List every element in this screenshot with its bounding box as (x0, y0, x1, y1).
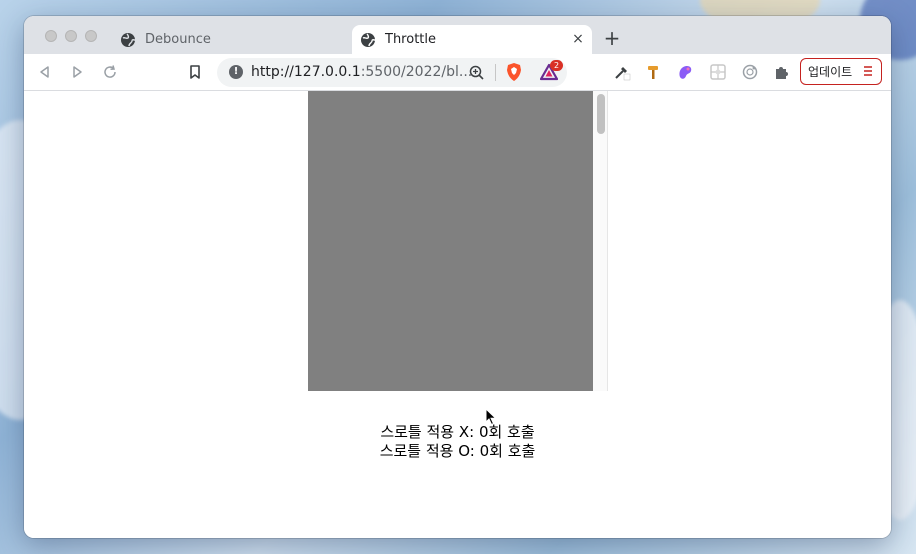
back-button[interactable] (36, 63, 54, 81)
mouse-cursor-icon (485, 408, 497, 426)
tab-title: Throttle (385, 32, 436, 47)
scrollbar-thumb[interactable] (597, 94, 605, 134)
brave-shield-icon[interactable] (505, 63, 523, 81)
close-window-button[interactable] (45, 30, 57, 42)
palette-icon[interactable] (676, 63, 694, 81)
rewards-badge: 2 (550, 60, 563, 71)
url-host: http://127.0.0.1 (251, 64, 361, 80)
update-label: 업데이트 (808, 65, 853, 79)
circle-icon[interactable] (741, 63, 759, 81)
toolbar: ! http://127.0.0.1:5500/2022/bl... 2 업데이… (24, 54, 891, 91)
update-button[interactable]: 업데이트 (800, 58, 882, 85)
site-info-icon[interactable]: ! (229, 65, 243, 79)
url-path: :5500/2022/bl... (360, 64, 473, 80)
browser-window: Debounce Throttle × + ! http://127.0.0.1… (24, 16, 891, 538)
eyedropper-icon[interactable] (613, 63, 631, 81)
tab-throttle[interactable]: Throttle × (352, 25, 592, 54)
scroll-container[interactable] (308, 91, 608, 391)
forward-arrow-icon (73, 66, 82, 78)
back-arrow-icon (40, 66, 49, 78)
forward-button[interactable] (68, 63, 86, 81)
close-tab-button[interactable]: × (570, 31, 586, 47)
brave-rewards-icon[interactable]: 2 (540, 60, 563, 81)
gray-content-box (308, 91, 593, 391)
address-separator (495, 64, 496, 81)
tab-debounce[interactable]: Debounce (110, 25, 350, 54)
hammer-icon[interactable] (645, 63, 663, 81)
zoom-window-button[interactable] (85, 30, 97, 42)
tab-strip: Debounce Throttle × + (24, 16, 891, 54)
menu-icon (864, 66, 872, 76)
bookmark-button[interactable] (186, 63, 204, 81)
reload-button[interactable] (101, 63, 119, 81)
minimize-window-button[interactable] (65, 30, 77, 42)
tab-title: Debounce (145, 32, 211, 47)
url-text[interactable]: http://127.0.0.1:5500/2022/bl... (251, 64, 472, 80)
bookmark-icon (190, 65, 200, 79)
page-content: 스로틀 적용 X: 0회 호출 스로틀 적용 O: 0회 호출 (24, 91, 891, 538)
zoom-icon[interactable] (468, 64, 486, 82)
grid-icon[interactable] (709, 63, 727, 81)
scrollbar-track[interactable] (593, 91, 607, 391)
result-with-throttle: 스로틀 적용 O: 0회 호출 (379, 442, 536, 460)
globe-icon (120, 32, 136, 48)
reload-icon (104, 65, 116, 78)
address-bar[interactable]: ! http://127.0.0.1:5500/2022/bl... (217, 58, 567, 87)
globe-icon (360, 32, 376, 48)
new-tab-button[interactable]: + (602, 28, 622, 49)
puzzle-icon[interactable] (773, 63, 791, 81)
result-without-throttle: 스로틀 적용 X: 0회 호출 (380, 423, 535, 441)
